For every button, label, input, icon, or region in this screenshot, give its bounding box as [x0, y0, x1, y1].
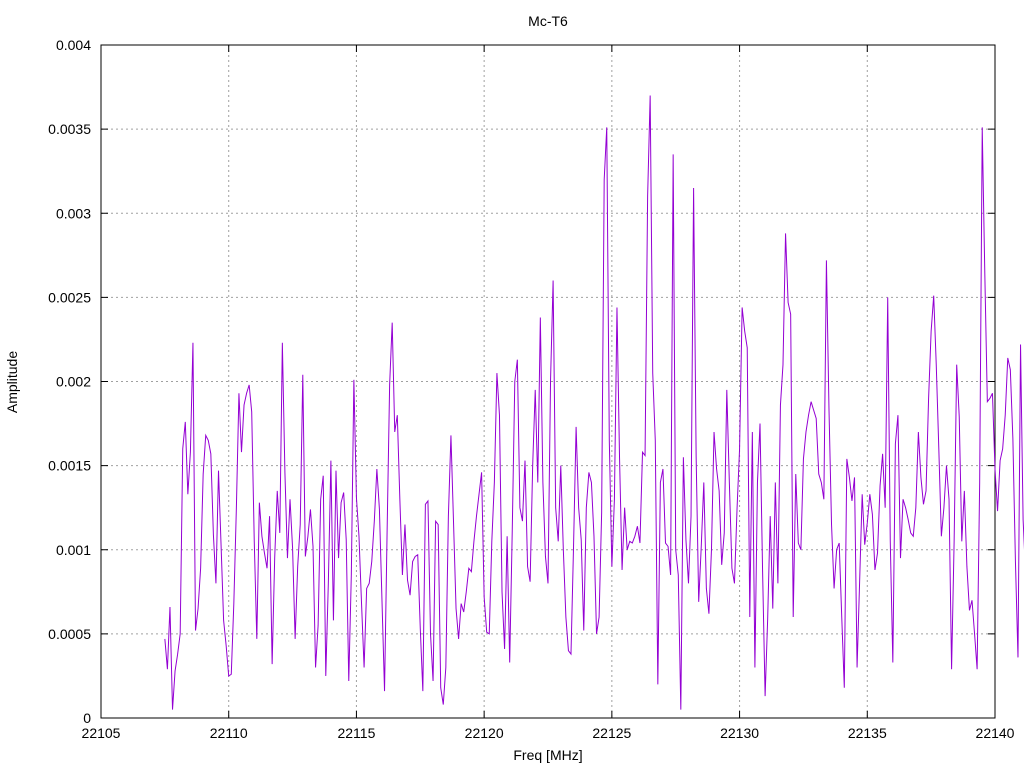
line-chart: 22105 22110 22115 22120 22125 22130 22135 22140…: [4, 13, 1024, 763]
x-tick-label: 22110: [210, 725, 248, 741]
y-tick-label: 0.004: [56, 37, 91, 53]
y-tick-labels: 0 0.0005 0.001 0.0015 0.002 0.0025 0.003 0.0035…: [48, 37, 91, 726]
chart-title: Mc-T6: [528, 13, 568, 29]
x-tick-label: 22140: [976, 725, 1015, 741]
x-tick-label: 22120: [465, 725, 504, 741]
y-tick-label: 0: [83, 710, 91, 726]
x-tick-label: 22125: [592, 725, 631, 741]
y-tick-label: 0.0035: [48, 121, 91, 137]
x-axis-label: Freq [MHz]: [513, 747, 582, 763]
x-tick-label: 22115: [337, 725, 375, 741]
x-tick-label: 22135: [848, 725, 887, 741]
x-tick-labels: 22105 22110 22115 22120 22125 22130 22135 22140: [82, 725, 1015, 741]
grid-lines: [101, 45, 995, 718]
y-tick-label: 0.003: [56, 205, 91, 221]
y-tick-label: 0.0005: [48, 626, 91, 642]
y-tick-label: 0.002: [56, 374, 91, 390]
y-tick-label: 0.0025: [48, 289, 91, 305]
y-axis-label: Amplitude: [4, 351, 20, 413]
series-line: [164, 95, 1024, 710]
x-tick-label: 22105: [82, 725, 121, 741]
y-tick-label: 0.0015: [48, 458, 91, 474]
y-tick-label: 0.001: [56, 542, 91, 558]
x-tick-label: 22130: [720, 725, 759, 741]
